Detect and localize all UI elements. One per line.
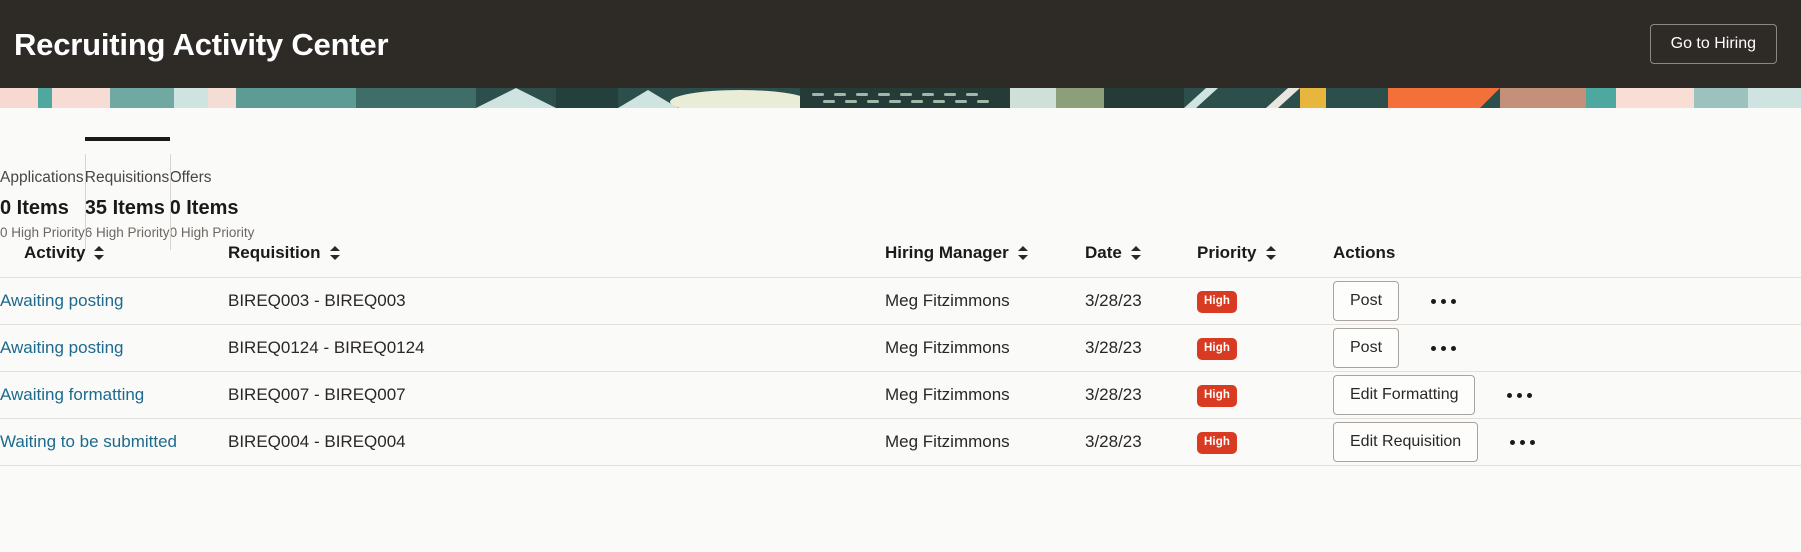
cell-requisition: BIREQ003 - BIREQ003 [228,277,885,325]
tab-applications-count: 0 Items [0,196,69,219]
more-actions-icon[interactable] [1417,293,1470,310]
cell-activity: Awaiting formatting [0,371,228,419]
column-header-hiring-manager-label: Hiring Manager [885,243,1009,262]
table-header-row: Activity Requisition Hiring Manager Date… [0,237,1801,278]
column-header-date[interactable]: Date [1085,237,1197,278]
column-header-hiring-manager[interactable]: Hiring Manager [885,237,1085,278]
cell-priority: High [1197,418,1333,466]
cell-activity: Waiting to be submitted [0,418,228,466]
page-title: Recruiting Activity Center [14,26,389,62]
tab-offers-subtext: 0 High Priority [169,224,255,240]
cell-requisition: BIREQ007 - BIREQ007 [228,371,885,419]
activity-table: Activity Requisition Hiring Manager Date… [0,237,1801,466]
column-header-requisition[interactable]: Requisition [228,237,885,278]
cell-actions: Edit Formatting [1333,371,1801,419]
tab-active-indicator [84,137,170,141]
cell-actions: Post [1333,277,1801,325]
cell-requisition: BIREQ004 - BIREQ004 [228,418,885,466]
tab-offers-label: Offers [169,169,212,186]
cell-priority: High [1197,277,1333,325]
tab-offers-count: 0 Items [169,196,239,219]
activity-link[interactable]: Awaiting posting [0,338,124,357]
sort-icon[interactable] [329,245,341,261]
sort-icon[interactable] [94,245,105,261]
cell-date: 3/28/23 [1085,371,1197,419]
go-to-hiring-button[interactable]: Go to Hiring [1649,24,1777,64]
row-action-button[interactable]: Edit Formatting [1333,375,1476,415]
column-header-date-label: Date [1085,243,1122,262]
cell-activity: Awaiting posting [0,277,228,325]
tab-requisitions[interactable]: Requisitions 35 Items 6 High Priority [84,137,170,256]
status-badge: High [1197,290,1237,314]
cell-requisition: BIREQ0124 - BIREQ0124 [228,324,885,372]
row-action-button[interactable]: Edit Requisition [1333,422,1479,462]
cell-date: 3/28/23 [1085,418,1197,466]
more-actions-icon[interactable] [1417,340,1470,357]
table-row: Awaiting formatting BIREQ007 - BIREQ007 … [0,371,1801,419]
cell-hiring-manager: Meg Fitzimmons [885,277,1085,325]
tab-applications[interactable]: Applications 0 Items 0 High Priority [0,137,85,256]
cell-actions: Edit Requisition [1333,418,1801,466]
column-header-actions-label: Actions [1333,243,1396,262]
status-badge: High [1197,337,1237,361]
table-row: Waiting to be submitted BIREQ004 - BIREQ… [0,418,1801,466]
activity-link[interactable]: Awaiting formatting [0,385,144,404]
row-action-button[interactable]: Post [1333,281,1400,321]
status-badge: High [1197,384,1237,408]
tab-requisitions-label: Requisitions [84,169,170,186]
column-header-priority[interactable]: Priority [1197,237,1333,278]
tab-divider [84,154,86,250]
tab-applications-label: Applications [0,169,84,186]
cell-hiring-manager: Meg Fitzimmons [885,324,1085,372]
tab-active-indicator [170,137,255,141]
table-header: Activity Requisition Hiring Manager Date… [0,237,1801,278]
sort-icon[interactable] [1265,245,1277,261]
cell-priority: High [1197,324,1333,372]
cell-hiring-manager: Meg Fitzimmons [885,418,1085,466]
tab-divider [169,154,171,250]
stat-tabs: Applications 0 Items 0 High Priority Req… [0,137,1801,250]
app-header: Recruiting Activity Center Go to Hiring [0,0,1801,88]
tab-applications-subtext: 0 High Priority [0,224,85,240]
activity-link[interactable]: Awaiting posting [0,291,124,310]
status-badge: High [1197,431,1237,455]
column-header-priority-label: Priority [1197,243,1257,262]
sort-icon[interactable] [1130,245,1142,261]
tab-active-indicator [0,137,85,141]
row-action-button[interactable]: Post [1333,328,1400,368]
cell-date: 3/28/23 [1085,277,1197,325]
cell-priority: High [1197,371,1333,419]
tab-offers[interactable]: Offers 0 Items 0 High Priority [169,137,255,256]
tab-requisitions-subtext: 6 High Priority [84,224,170,240]
decorative-banner-illustration [0,88,1801,108]
tab-requisitions-count: 35 Items [84,196,165,219]
more-actions-icon[interactable] [1493,387,1546,404]
cell-hiring-manager: Meg Fitzimmons [885,371,1085,419]
cell-actions: Post [1333,324,1801,372]
sort-icon[interactable] [1017,245,1029,261]
more-actions-icon[interactable] [1496,434,1549,451]
activity-link[interactable]: Waiting to be submitted [0,432,177,451]
cell-date: 3/28/23 [1085,324,1197,372]
table-row: Awaiting posting BIREQ0124 - BIREQ0124 M… [0,324,1801,372]
cell-activity: Awaiting posting [0,324,228,372]
table-row: Awaiting posting BIREQ003 - BIREQ003 Meg… [0,277,1801,325]
column-header-actions: Actions [1333,237,1801,278]
table-body: Awaiting posting BIREQ003 - BIREQ003 Meg… [0,277,1801,466]
main-content: Applications 0 Items 0 High Priority Req… [0,137,1801,466]
